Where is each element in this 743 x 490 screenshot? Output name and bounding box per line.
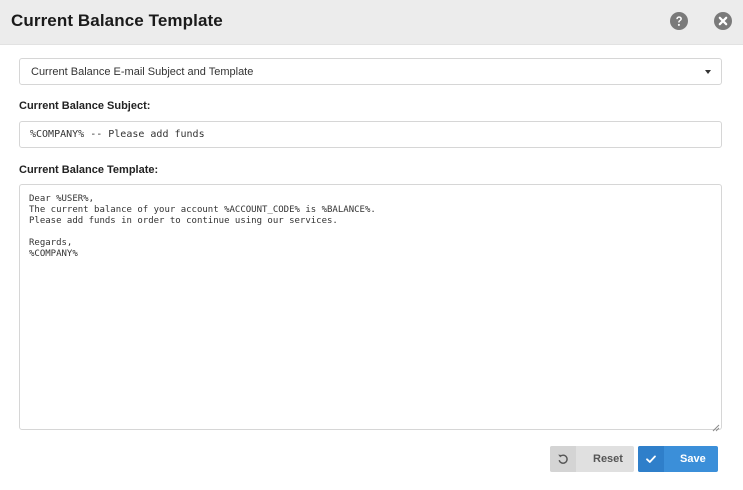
resize-handle-icon[interactable]	[711, 419, 720, 432]
template-type-select-value: Current Balance E-mail Subject and Templ…	[31, 66, 254, 78]
help-icon[interactable]	[670, 12, 688, 30]
template-type-select[interactable]: Current Balance E-mail Subject and Templ…	[19, 58, 722, 85]
template-label: Current Balance Template:	[19, 164, 159, 176]
template-textarea-value: Dear %USER%, The current balance of your…	[29, 194, 376, 259]
dialog-title: Current Balance Template	[11, 11, 223, 30]
check-icon	[645, 453, 657, 465]
reset-button[interactable]: Reset	[550, 446, 634, 472]
reset-button-icon-area	[550, 446, 576, 472]
current-balance-template-dialog: Current Balance Template Current Balance…	[0, 0, 743, 490]
save-button-label: Save	[680, 453, 706, 465]
undo-icon	[557, 453, 569, 465]
chevron-down-icon	[705, 70, 711, 74]
subject-input-value: %COMPANY% -- Please add funds	[30, 129, 205, 140]
save-button[interactable]: Save	[638, 446, 718, 472]
dialog-header: Current Balance Template	[0, 0, 743, 45]
close-icon[interactable]	[714, 12, 732, 30]
subject-input[interactable]: %COMPANY% -- Please add funds	[19, 121, 722, 148]
reset-button-label: Reset	[593, 453, 623, 465]
save-button-icon-area	[638, 446, 664, 472]
template-textarea[interactable]: Dear %USER%, The current balance of your…	[19, 184, 722, 432]
subject-label: Current Balance Subject:	[19, 100, 151, 112]
